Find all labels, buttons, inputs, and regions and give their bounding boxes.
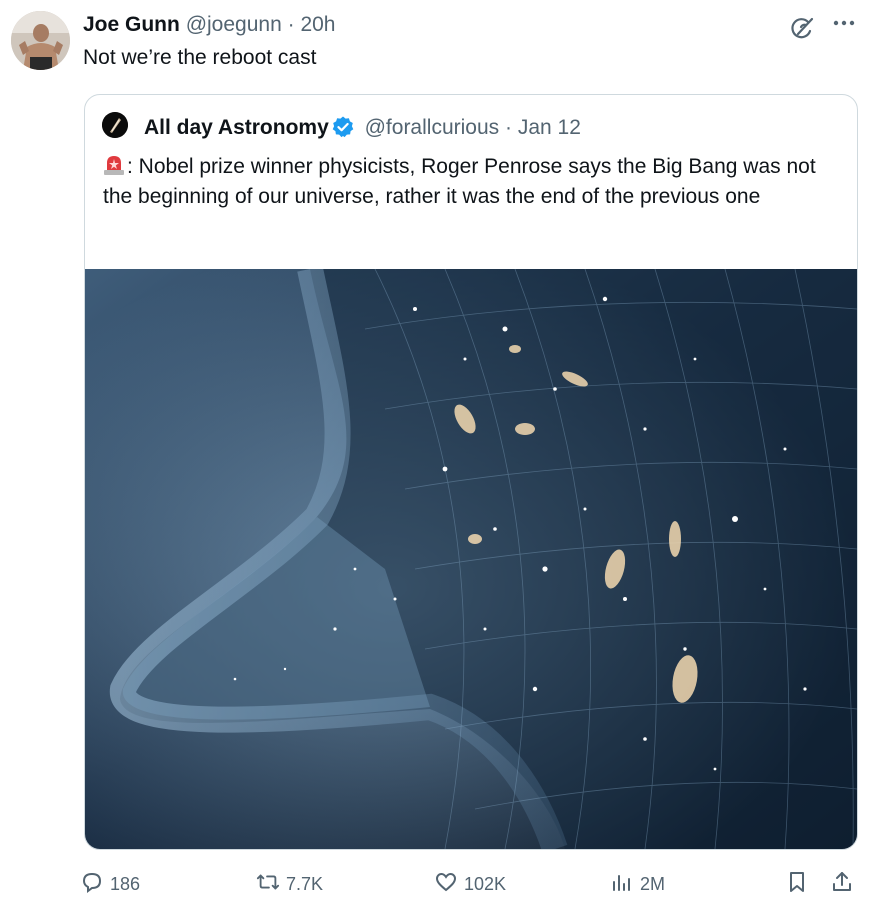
like-icon [434, 870, 464, 899]
repost-count: 7.7K [286, 873, 324, 894]
quoted-media-image[interactable] [85, 266, 857, 849]
views-button[interactable]: 2M [610, 866, 665, 902]
views-icon [610, 870, 640, 899]
reply-button[interactable]: 186 [80, 866, 140, 902]
quoted-post[interactable]: All day Astronomy @forallcurious · Jan 1… [84, 94, 858, 850]
quoted-date[interactable]: Jan 12 [518, 116, 581, 139]
repost-button[interactable]: 7.7K [256, 866, 323, 902]
author-avatar[interactable] [11, 11, 70, 70]
reply-count: 186 [110, 873, 141, 894]
separator-dot: · [287, 13, 295, 36]
post-header: Joe Gunn @joegunn · 20h [83, 12, 335, 38]
separator-dot: · [504, 116, 512, 139]
quoted-author-avatar[interactable] [102, 112, 128, 138]
like-count: 102K [464, 873, 507, 894]
siren-emoji-icon [103, 154, 125, 176]
repost-icon [256, 870, 286, 899]
post-time[interactable]: 20h [300, 13, 335, 36]
views-count: 2M [640, 873, 666, 894]
quoted-author-name[interactable]: All day Astronomy [144, 116, 329, 139]
share-icon [830, 870, 860, 899]
author-handle[interactable]: @joegunn [186, 13, 282, 36]
quoted-text: : Nobel prize winner physicists, Roger P… [103, 155, 816, 208]
bookmark-icon [785, 870, 815, 899]
like-button[interactable]: 102K [434, 866, 506, 902]
share-button[interactable] [830, 866, 860, 902]
post-text: Not we’re the reboot cast [83, 46, 317, 69]
author-name[interactable]: Joe Gunn [83, 13, 180, 36]
grok-icon[interactable] [787, 14, 817, 44]
verified-badge-icon [331, 115, 355, 139]
quoted-author-handle[interactable]: @forallcurious [365, 116, 500, 139]
quoted-text-block: : Nobel prize winner physicists, Roger P… [103, 152, 847, 212]
action-bar: 186 7.7K 102K 2M [0, 866, 880, 902]
reply-icon [80, 870, 110, 899]
bookmark-button[interactable] [785, 866, 815, 902]
more-icon[interactable] [829, 8, 859, 38]
quoted-header: All day Astronomy @forallcurious · Jan 1… [144, 115, 581, 141]
